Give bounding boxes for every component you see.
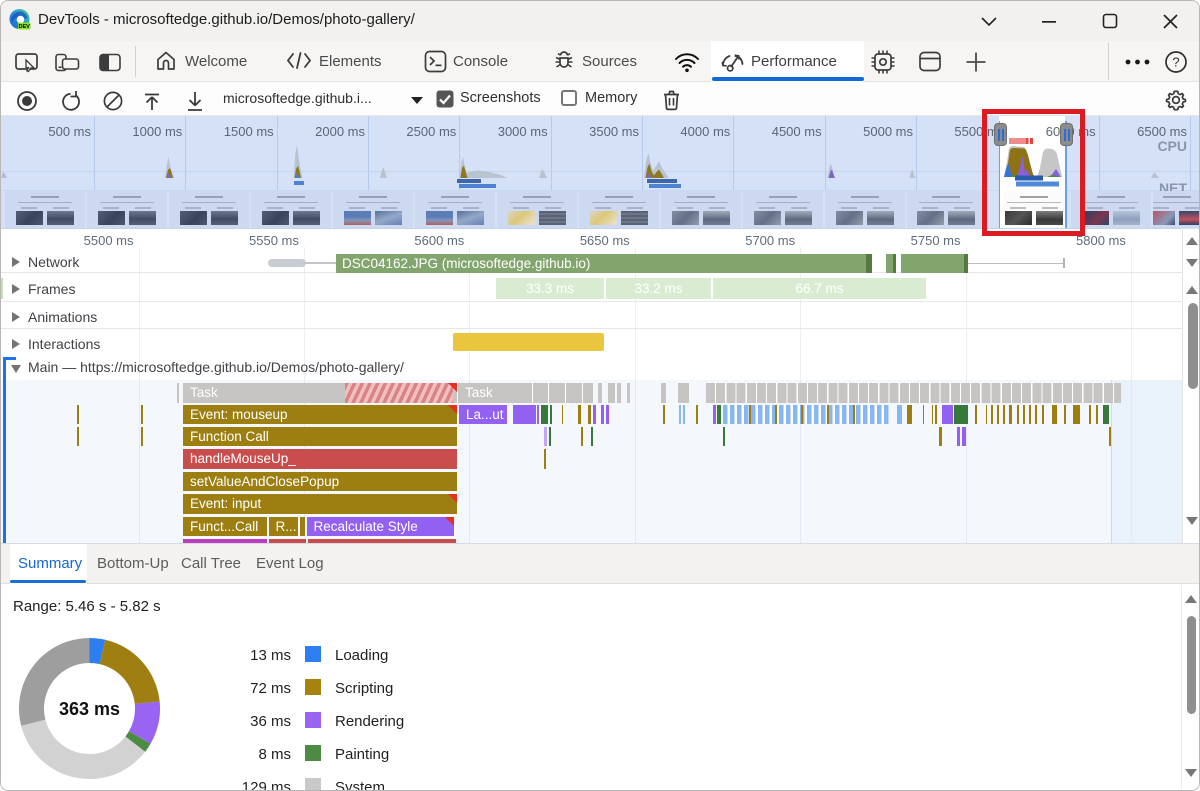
svg-text:?: ? — [1172, 55, 1179, 70]
svg-text:DEV: DEV — [19, 24, 31, 30]
